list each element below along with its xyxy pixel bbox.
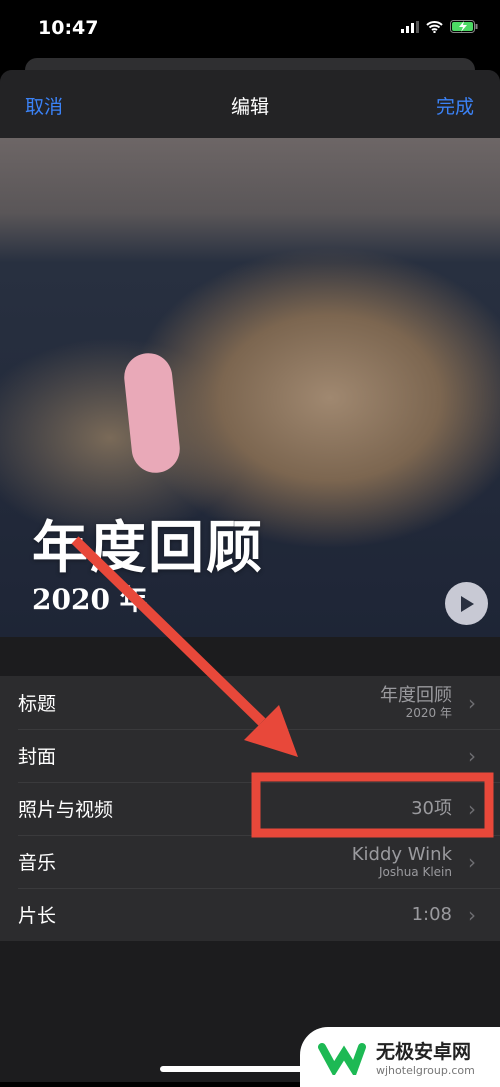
row-value: 30项: [411, 797, 452, 819]
play-icon: [460, 595, 474, 612]
watermark: 无极安卓网 wjhotelgroup.com: [300, 1027, 500, 1087]
chevron-right-icon: ›: [468, 902, 476, 927]
status-time: 10:47: [38, 17, 99, 39]
nav-title: 编辑: [230, 96, 269, 118]
row-value: Kiddy Wink: [351, 843, 452, 865]
battery-charging-icon: [450, 20, 478, 33]
row-cover[interactable]: 封面 ›: [0, 729, 500, 782]
home-indicator[interactable]: [160, 1066, 315, 1072]
row-label: 标题: [18, 693, 57, 715]
row-duration[interactable]: 片长 1:08 ›: [0, 888, 500, 941]
chevron-right-icon: ›: [468, 743, 476, 768]
row-subvalue: Joshua Klein: [378, 864, 452, 879]
edit-sheet: 取消 编辑 完成 年度回顾 2020 年 标题 年度回顾 2020 年 › 封面 › 照…: [0, 70, 500, 1082]
cover-photo[interactable]: 年度回顾 2020 年: [0, 138, 500, 637]
row-title[interactable]: 标题 年度回顾 2020 年 ›: [0, 676, 500, 729]
settings-list: 标题 年度回顾 2020 年 › 封面 › 照片与视频 30项 › 音乐 Kiddy Wink…: [0, 676, 500, 941]
row-label: 照片与视频: [18, 799, 114, 821]
row-label: 封面: [18, 746, 57, 768]
cat-collar: [121, 350, 183, 476]
watermark-url: wjhotelgroup.com: [376, 1064, 475, 1077]
row-photos-videos[interactable]: 照片与视频 30项 ›: [0, 782, 500, 835]
row-value: 1:08: [411, 903, 452, 925]
memory-subtitle: 2020 年: [32, 583, 148, 616]
nav-bar: 取消 编辑 完成: [0, 70, 500, 138]
done-button[interactable]: 完成: [436, 92, 474, 119]
chevron-right-icon: ›: [468, 849, 476, 874]
play-button[interactable]: [445, 582, 488, 625]
wifi-icon: [426, 20, 443, 33]
status-bar: 10:47: [0, 0, 500, 58]
watermark-logo: [318, 1043, 366, 1075]
watermark-name: 无极安卓网: [376, 1041, 472, 1063]
row-label: 片长: [18, 905, 57, 927]
row-music[interactable]: 音乐 Kiddy Wink Joshua Klein ›: [0, 835, 500, 888]
row-value: 年度回顾: [380, 684, 452, 706]
memory-title: 年度回顾: [32, 516, 264, 581]
signal-icon: [401, 20, 419, 33]
cancel-button[interactable]: 取消: [25, 92, 63, 119]
chevron-right-icon: ›: [468, 796, 476, 821]
chevron-right-icon: ›: [468, 690, 476, 715]
row-subvalue: 2020 年: [405, 705, 452, 720]
row-label: 音乐: [18, 852, 57, 874]
